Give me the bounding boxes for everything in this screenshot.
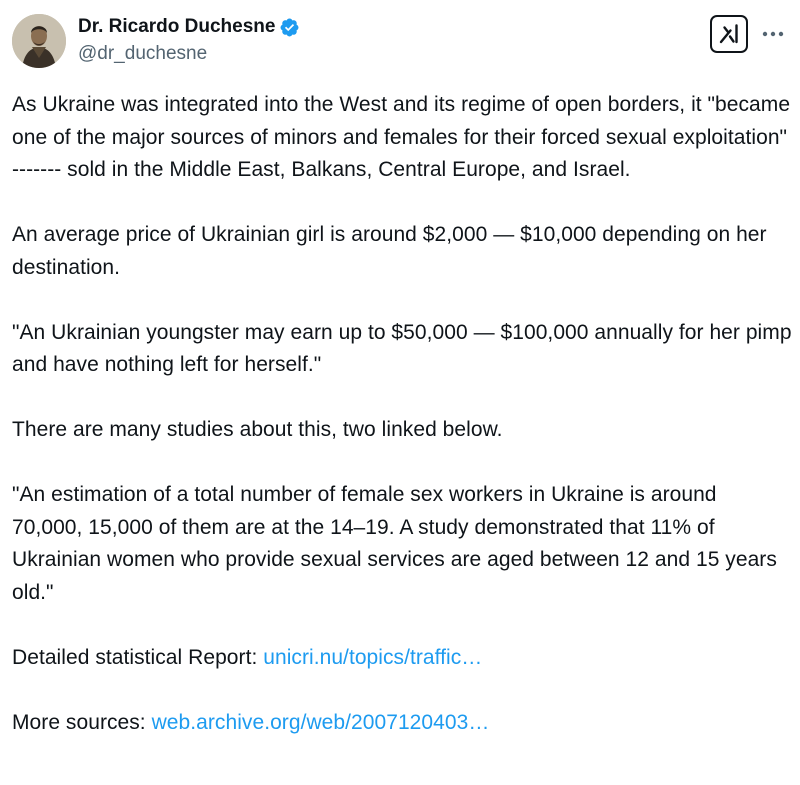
avatar[interactable] — [12, 14, 66, 68]
verified-badge-icon[interactable] — [279, 17, 300, 38]
more-options-button[interactable] — [758, 20, 788, 48]
display-name-row: Dr. Ricardo Duchesne — [78, 14, 300, 40]
sources-link[interactable]: web.archive.org/web/2007120403… — [152, 711, 490, 734]
more-icon — [762, 31, 784, 37]
tweet-header: Dr. Ricardo Duchesne @dr_duchesne — [12, 14, 788, 68]
link-paragraph-sources: More sources: web.archive.org/web/200712… — [12, 707, 792, 740]
grok-button[interactable] — [710, 15, 748, 53]
tweet: Dr. Ricardo Duchesne @dr_duchesne As Ukr… — [0, 0, 800, 785]
link-prefix: More sources: — [12, 710, 152, 734]
tweet-paragraph: "An estimation of a total number of fema… — [12, 483, 783, 604]
tweet-paragraph: There are many studies about this, two l… — [12, 418, 503, 441]
report-link[interactable]: unicri.nu/topics/traffic… — [263, 646, 482, 669]
tweet-paragraph: As Ukraine was integrated into the West … — [12, 93, 796, 181]
author-display-name[interactable]: Dr. Ricardo Duchesne — [78, 14, 275, 40]
link-prefix: Detailed statistical Report: — [12, 645, 264, 669]
tweet-paragraph: An average price of Ukrainian girl is ar… — [12, 223, 773, 279]
link-paragraph-report: Detailed statistical Report: unicri.nu/t… — [12, 642, 792, 675]
avatar-image — [12, 14, 66, 68]
tweet-paragraph: "An Ukrainian youngster may earn up to $… — [12, 320, 798, 377]
grok-icon — [719, 24, 738, 44]
author-handle[interactable]: @dr_duchesne — [78, 42, 207, 66]
tweet-text: As Ukraine was integrated into the West … — [12, 89, 792, 739]
